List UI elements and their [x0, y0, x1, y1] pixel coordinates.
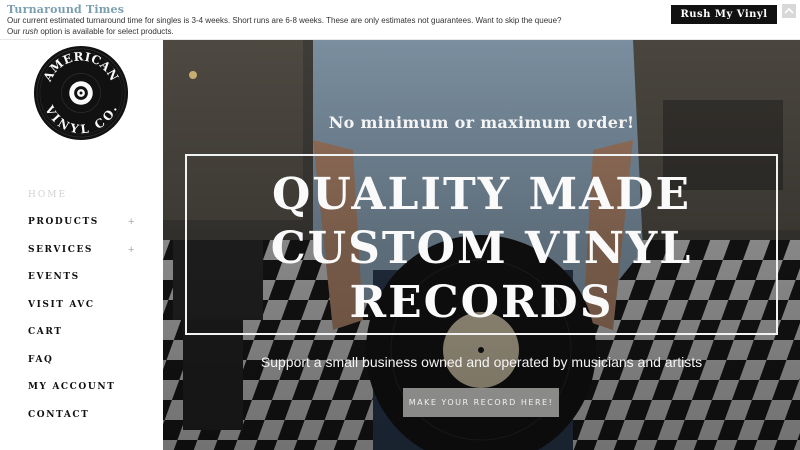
- nav-item-label: CART: [28, 327, 63, 338]
- nav-item-visit-avc[interactable]: VISIT AVC: [28, 291, 148, 319]
- notice-rush-word: rush: [22, 27, 39, 36]
- nav-item-label: SERVICES: [28, 244, 94, 255]
- nav-item-home[interactable]: HOME: [28, 181, 148, 209]
- sidebar: AMERICAN VINYL CO. HOME PRODUCTS + SERVIC…: [0, 40, 163, 450]
- nav-item-my-account[interactable]: MY ACCOUNT: [28, 374, 148, 402]
- nav-item-events[interactable]: EVENTS: [28, 264, 148, 292]
- hero-kicker: No minimum or maximum order!: [328, 113, 635, 132]
- hero-title-line-1: QUALITY MADE: [271, 169, 691, 220]
- expand-plus-icon[interactable]: +: [128, 216, 136, 228]
- rush-my-vinyl-button[interactable]: Rush My Vinyl: [671, 5, 777, 24]
- nav-item-products[interactable]: PRODUCTS +: [28, 209, 148, 237]
- nav-item-label: VISIT AVC: [28, 299, 95, 310]
- make-your-record-button[interactable]: MAKE YOUR RECORD HERE!: [403, 388, 559, 417]
- nav-item-cart[interactable]: CART: [28, 319, 148, 347]
- nav-item-label: EVENTS: [28, 272, 80, 283]
- chevron-up-icon: [784, 7, 794, 14]
- hero-title-line-3: RECORDS: [349, 277, 614, 328]
- scroll-up-button[interactable]: [782, 4, 796, 18]
- american-vinyl-co-logo[interactable]: AMERICAN VINYL CO.: [32, 44, 130, 142]
- hero-title-line-2: CUSTOM VINYL: [270, 223, 693, 274]
- nav-item-label: PRODUCTS: [28, 217, 99, 228]
- nav-item-contact[interactable]: CONTACT: [28, 401, 148, 429]
- nav-item-services[interactable]: SERVICES +: [28, 236, 148, 264]
- notice-bar: Turnaround Times Our current estimated t…: [0, 0, 800, 40]
- hero-subtitle: Support a small business owned and opera…: [260, 354, 703, 370]
- nav-item-label: MY ACCOUNT: [28, 382, 116, 393]
- expand-plus-icon[interactable]: +: [128, 244, 136, 256]
- nav-item-label: FAQ: [28, 354, 54, 365]
- hero-title: QUALITY MADE CUSTOM VINYL RECORDS: [185, 168, 778, 330]
- nav-item-label: HOME: [28, 189, 68, 200]
- notice-text: Our current estimated turnaround time fo…: [7, 15, 577, 37]
- nav-item-faq[interactable]: FAQ: [28, 346, 148, 374]
- nav-item-label: CONTACT: [28, 409, 90, 420]
- hero-banner: No minimum or maximum order! QUALITY MAD…: [163, 40, 800, 450]
- notice-text-after: option is available for select products.: [38, 27, 174, 36]
- main-nav: HOME PRODUCTS + SERVICES + EVENTS VISIT AV…: [28, 181, 148, 429]
